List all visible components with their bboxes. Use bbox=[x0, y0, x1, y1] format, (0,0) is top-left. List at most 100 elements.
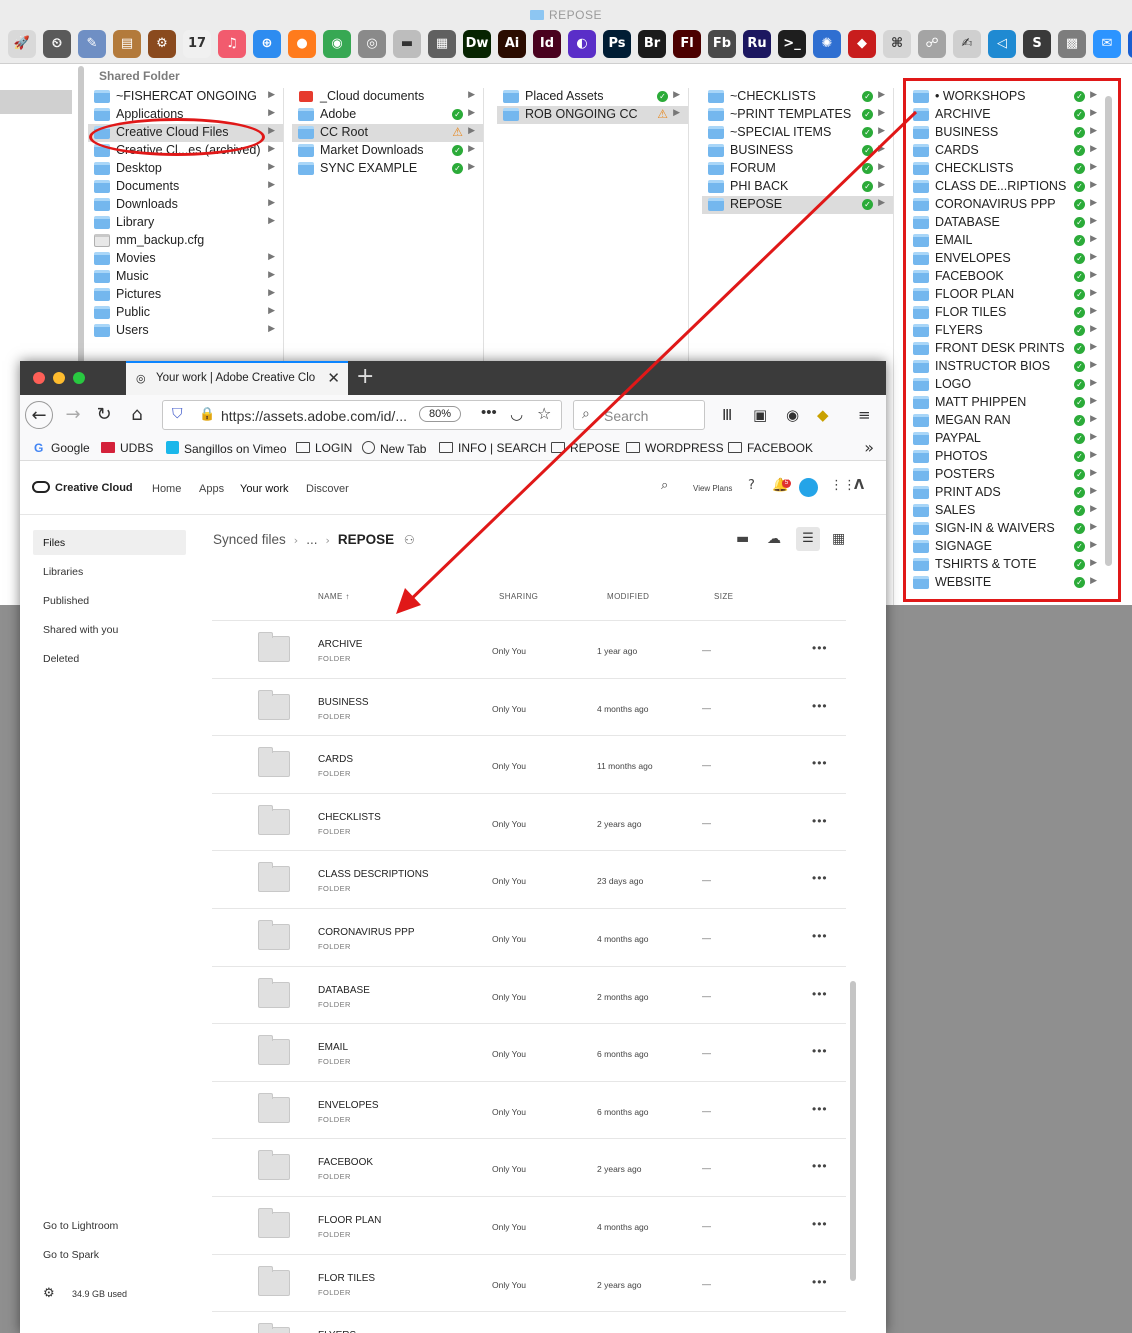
finder-row[interactable]: Public ▶ bbox=[88, 304, 283, 322]
sidebar-item-files[interactable]: Files bbox=[33, 530, 186, 555]
view-plans-link[interactable]: View Plans bbox=[693, 484, 732, 493]
row-more-button[interactable]: ••• bbox=[812, 814, 828, 828]
row-more-button[interactable]: ••• bbox=[812, 1217, 828, 1231]
finder-row[interactable]: ~CHECKLISTS ✓ ▶ bbox=[702, 88, 893, 106]
bookmark-item[interactable]: New Tab bbox=[362, 441, 426, 456]
finder-row[interactable]: Downloads ▶ bbox=[88, 196, 283, 214]
table-scrollbar[interactable] bbox=[850, 981, 856, 1281]
beachball-icon[interactable]: ✺ bbox=[813, 29, 841, 58]
cc-logo[interactable]: Creative Cloud bbox=[32, 481, 133, 494]
scriptedit-icon[interactable]: ✍ bbox=[953, 29, 981, 58]
illustrator-icon[interactable]: Ai bbox=[498, 29, 526, 58]
finder-sidebar-scrollbar[interactable] bbox=[78, 66, 84, 366]
sidebar-item-deleted[interactable]: Deleted bbox=[33, 646, 186, 671]
indesign-icon[interactable]: Id bbox=[533, 29, 561, 58]
column-header-size[interactable]: SIZE bbox=[714, 592, 733, 601]
table-row[interactable]: DATABASE FOLDER Only You 2 months ago — ••• bbox=[212, 965, 846, 1024]
nav-your-work[interactable]: Your work bbox=[240, 483, 289, 495]
column-header-modified[interactable]: MODIFIED bbox=[607, 592, 649, 601]
messages-icon[interactable]: ✉ bbox=[1093, 29, 1121, 58]
table-row[interactable]: EMAIL FOLDER Only You 6 months ago — ••• bbox=[212, 1023, 846, 1081]
bookmark-item[interactable]: WORDPRESS bbox=[626, 441, 724, 455]
breadcrumb-ellipsis[interactable]: ... bbox=[306, 532, 317, 547]
finder-row[interactable]: FORUM ✓ ▶ bbox=[702, 160, 893, 178]
nav-discover[interactable]: Discover bbox=[306, 483, 349, 495]
row-more-button[interactable]: ••• bbox=[812, 1275, 828, 1289]
zoom-window-button[interactable] bbox=[73, 372, 85, 384]
row-more-button[interactable]: ••• bbox=[812, 871, 828, 885]
disk-icon[interactable]: ◎ bbox=[358, 29, 386, 58]
finder-row[interactable]: Market Downloads ✓ ▶ bbox=[292, 142, 483, 160]
account-icon[interactable]: ◉ bbox=[786, 406, 799, 424]
finder-row[interactable]: Users ▶ bbox=[88, 322, 283, 340]
nav-apps[interactable]: Apps bbox=[199, 483, 224, 495]
url-bar[interactable]: ⛉ 🔒 https://assets.adobe.com/id/... 80% … bbox=[162, 400, 562, 430]
reload-button[interactable]: ↻ bbox=[90, 401, 118, 429]
finder-row[interactable]: SYNC EXAMPLE ✓ ▶ bbox=[292, 160, 483, 178]
tab-close-icon[interactable]: ✕ bbox=[327, 369, 340, 387]
list-view-icon[interactable]: ☰ bbox=[796, 527, 820, 551]
avatar[interactable] bbox=[799, 478, 818, 497]
new-folder-icon[interactable]: ▬ bbox=[736, 531, 749, 547]
sidebar-item-shared-with-you[interactable]: Shared with you bbox=[33, 617, 186, 642]
rocket-icon[interactable]: 🚀 bbox=[8, 29, 36, 58]
finder-row[interactable]: Pictures ▶ bbox=[88, 286, 283, 304]
bookmarks-overflow-button[interactable]: » bbox=[864, 438, 874, 457]
printer-icon[interactable]: ▦ bbox=[428, 29, 456, 58]
search-input[interactable]: ⌕ Search bbox=[573, 400, 705, 430]
keyboard-icon[interactable]: ⌘ bbox=[883, 29, 911, 58]
table-row[interactable]: CARDS FOLDER Only You 11 months ago — ••• bbox=[212, 735, 846, 793]
finder-row[interactable]: PHI BACK ✓ ▶ bbox=[702, 178, 893, 196]
finder-row[interactable]: BUSINESS ✓ ▶ bbox=[702, 142, 893, 160]
row-more-button[interactable]: ••• bbox=[812, 1044, 828, 1058]
breadcrumb-root[interactable]: Synced files bbox=[213, 532, 286, 547]
tracking-shield-icon[interactable]: ⛉ bbox=[172, 406, 183, 422]
finder-row[interactable]: Placed Assets ✓ ▶ bbox=[497, 88, 688, 106]
lock-icon[interactable]: 🔒 bbox=[199, 407, 215, 422]
music-icon[interactable]: ♫ bbox=[218, 29, 246, 58]
bookmark-item[interactable]: INFO | SEARCH bbox=[439, 441, 546, 455]
forward-button[interactable]: → bbox=[59, 401, 87, 429]
table-row[interactable]: FACEBOOK FOLDER Only You 2 years ago — ••• bbox=[212, 1138, 846, 1196]
bookmark-item[interactable]: UDBS bbox=[101, 441, 153, 455]
column-header-sharing[interactable]: SHARING bbox=[499, 592, 538, 601]
finder-row[interactable]: CC Root ⚠ ▶ bbox=[292, 124, 483, 142]
finder-row[interactable]: Documents ▶ bbox=[88, 178, 283, 196]
pocket-icon[interactable]: ◡ bbox=[510, 405, 523, 423]
row-more-button[interactable]: ••• bbox=[812, 1102, 828, 1116]
utility-icon[interactable]: ☍ bbox=[918, 29, 946, 58]
ruby-icon[interactable]: ◆ bbox=[848, 29, 876, 58]
go-to-spark-link[interactable]: Go to Spark bbox=[43, 1249, 99, 1261]
row-more-button[interactable]: ••• bbox=[812, 699, 828, 713]
finder-row[interactable]: ROB ONGOING CC ⚠ ▶ bbox=[497, 106, 688, 124]
row-more-button[interactable]: ••• bbox=[812, 929, 828, 943]
finder-row[interactable]: REPOSE ✓ ▶ bbox=[702, 196, 893, 214]
preview-icon[interactable]: ✎ bbox=[78, 29, 106, 58]
share-user-icon[interactable]: ⚇ bbox=[404, 533, 415, 547]
sublime-icon[interactable]: S bbox=[1023, 29, 1051, 58]
terminal-icon[interactable]: >_ bbox=[778, 29, 806, 58]
upload-cloud-icon[interactable]: ☁ bbox=[767, 531, 781, 547]
table-row[interactable]: ENVELOPES FOLDER Only You 6 months ago — ••• bbox=[212, 1080, 846, 1139]
adobe-logo-icon[interactable]: Λ bbox=[854, 478, 864, 493]
row-more-button[interactable]: ••• bbox=[812, 1159, 828, 1173]
flash-icon[interactable]: Fl bbox=[673, 29, 701, 58]
dreamweaver-icon[interactable]: Dw bbox=[463, 29, 491, 58]
table-row[interactable]: FLYERS bbox=[212, 1311, 846, 1333]
new-tab-button[interactable]: + bbox=[356, 364, 374, 389]
robohelp-icon[interactable]: Ru bbox=[743, 29, 771, 58]
finder-row[interactable]: mm_backup.cfg bbox=[88, 232, 283, 250]
cannon-icon[interactable]: ⚙ bbox=[148, 29, 176, 58]
home-button[interactable]: ⌂ bbox=[123, 401, 151, 429]
zoom-level-button[interactable]: 80% bbox=[419, 406, 462, 422]
sidebar-item-libraries[interactable]: Libraries bbox=[33, 559, 186, 584]
finder-row[interactable]: Adobe ✓ ▶ bbox=[292, 106, 483, 124]
bookmark-item[interactable]: G Google bbox=[34, 441, 90, 455]
column-header-name[interactable]: NAME ↑ bbox=[318, 592, 350, 601]
table-row[interactable]: ARCHIVE FOLDER Only You 1 year ago — ••• bbox=[212, 620, 846, 678]
url-text[interactable]: https://assets.adobe.com/id/... bbox=[221, 408, 407, 424]
finder-row[interactable]: Library ▶ bbox=[88, 214, 283, 232]
library-icon[interactable]: Ⅲ bbox=[722, 406, 732, 424]
table-row[interactable]: CLASS DESCRIPTIONS FOLDER Only You 23 days … bbox=[212, 850, 846, 908]
firefox-icon[interactable]: ● bbox=[288, 29, 316, 58]
